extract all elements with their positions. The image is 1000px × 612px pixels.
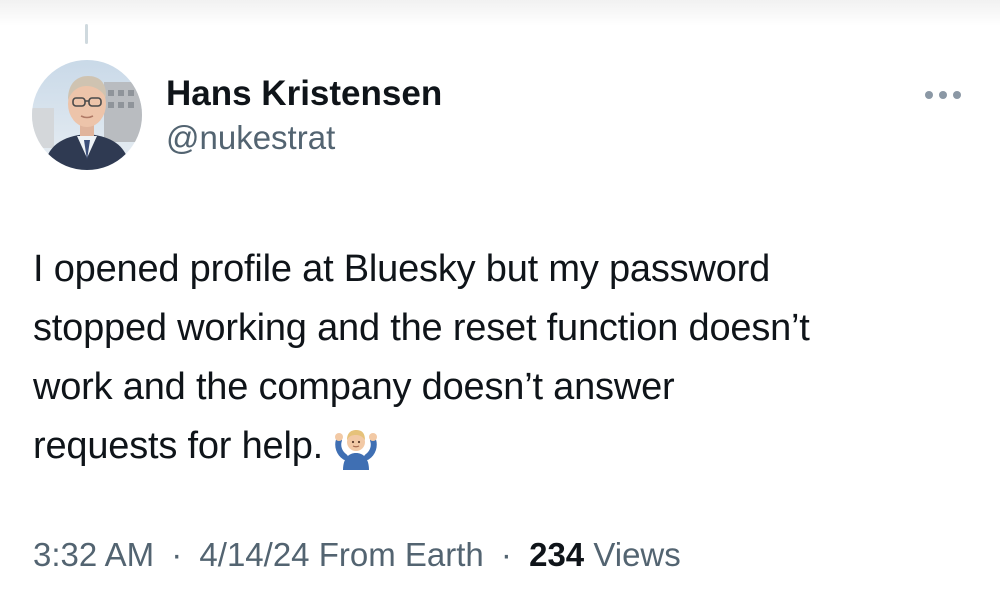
more-horizontal-icon xyxy=(925,91,933,99)
author-display-name[interactable]: Hans Kristensen xyxy=(166,74,442,114)
author-avatar[interactable] xyxy=(32,60,142,170)
more-options-button[interactable] xyxy=(918,80,968,110)
views-count: 234 xyxy=(529,536,585,573)
profile-photo-icon xyxy=(32,60,142,170)
tweet-text-line: stopped working and the reset function d… xyxy=(33,307,810,349)
views-link[interactable]: 234 Views xyxy=(529,536,681,573)
tweet-text: I opened profile at Bluesky but my passw… xyxy=(33,240,968,488)
tweet-timestamp-time[interactable]: 3:32 AM xyxy=(33,536,154,573)
tweet-timestamp-date[interactable]: 4/14/24 xyxy=(199,536,309,573)
tweet-metadata: 3:32 AM · 4/14/24 From Earth · 234 Views xyxy=(33,536,681,574)
tweet-text-line-last: requests for help. xyxy=(33,417,968,488)
more-horizontal-icon-dot xyxy=(953,91,961,99)
tweet-text-line-content: requests for help. xyxy=(33,425,324,467)
tweet-text-line: I opened profile at Bluesky but my passw… xyxy=(33,248,771,290)
meta-separator: · xyxy=(500,536,512,573)
top-edge-shade xyxy=(0,0,1000,26)
thread-connector-line xyxy=(85,24,88,44)
views-label: Views xyxy=(593,536,681,573)
meta-separator: · xyxy=(171,536,183,573)
tweet-source: From Earth xyxy=(318,536,484,573)
shrugging-person-icon xyxy=(333,424,379,488)
more-horizontal-icon-dot xyxy=(939,91,947,99)
tweet-text-line: work and the company doesn’t answer xyxy=(33,366,675,408)
author-handle[interactable]: @nukestrat xyxy=(166,119,335,157)
